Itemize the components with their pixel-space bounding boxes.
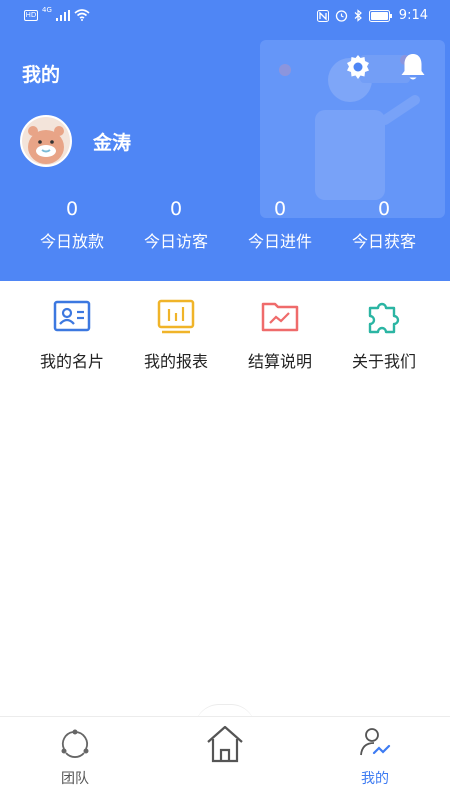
stat-value: 0	[273, 198, 287, 220]
wifi-icon	[74, 9, 90, 21]
business-card-icon	[53, 300, 91, 332]
menu-label: 我的报表	[143, 352, 208, 371]
gear-icon[interactable]	[343, 52, 373, 82]
report-icon	[157, 299, 195, 334]
battery-icon	[368, 9, 392, 22]
bluetooth-icon	[354, 9, 362, 22]
stat-today-customers[interactable]: 0 今日获客	[332, 196, 436, 252]
stat-label: 今日进件	[247, 232, 312, 251]
network-label: 4G	[42, 6, 52, 14]
bottom-tab-bar: 团队 我的	[0, 716, 450, 800]
stat-label: 今日获客	[351, 232, 416, 251]
nfc-icon	[316, 9, 329, 22]
menu-business-card[interactable]: 我的名片	[20, 296, 124, 372]
menu-label: 我的名片	[39, 352, 104, 371]
tab-mine[interactable]: 我的	[300, 717, 450, 800]
stat-value: 0	[377, 198, 391, 220]
menu-my-report[interactable]: 我的报表	[124, 296, 228, 372]
signal-icon	[55, 9, 70, 21]
page-title: 我的	[22, 64, 61, 86]
team-icon	[61, 729, 89, 758]
menu-settlement-info[interactable]: 结算说明	[228, 296, 332, 372]
profile-header: HD 4G 9:14 我的 金涛 0 今日放款 0 今日访客 0 今日进件 0 …	[0, 0, 450, 281]
stats-row: 0 今日放款 0 今日访客 0 今日进件 0 今日获客	[0, 196, 450, 252]
puzzle-icon	[368, 302, 400, 334]
settlement-folder-icon	[261, 302, 299, 332]
home-icon	[207, 725, 243, 763]
hd-icon: HD	[24, 9, 38, 21]
stat-today-loans[interactable]: 0 今日放款	[20, 196, 124, 252]
stat-value: 0	[65, 198, 79, 220]
tab-team[interactable]: 团队	[0, 717, 150, 800]
stat-label: 今日访客	[143, 232, 208, 251]
menu-label: 结算说明	[247, 352, 312, 371]
feature-menu: 我的名片 我的报表 结算说明 关于我们	[0, 296, 450, 372]
stat-today-visitors[interactable]: 0 今日访客	[124, 196, 228, 252]
bell-icon[interactable]	[399, 52, 427, 82]
menu-about-us[interactable]: 关于我们	[332, 296, 436, 372]
tab-home[interactable]	[150, 717, 300, 800]
avatar[interactable]	[20, 115, 72, 167]
alarm-icon	[335, 10, 347, 22]
tab-label: 我的	[361, 771, 389, 787]
status-bar: HD 4G 9:14	[0, 0, 450, 34]
menu-label: 关于我们	[351, 352, 416, 371]
stat-value: 0	[169, 198, 183, 220]
stat-label: 今日放款	[39, 232, 104, 251]
status-time: 9:14	[398, 8, 428, 23]
tab-label: 团队	[61, 771, 89, 787]
profile-icon	[360, 728, 391, 756]
username: 金涛	[93, 132, 132, 154]
stat-today-applications[interactable]: 0 今日进件	[228, 196, 332, 252]
avatar-image	[22, 117, 70, 165]
